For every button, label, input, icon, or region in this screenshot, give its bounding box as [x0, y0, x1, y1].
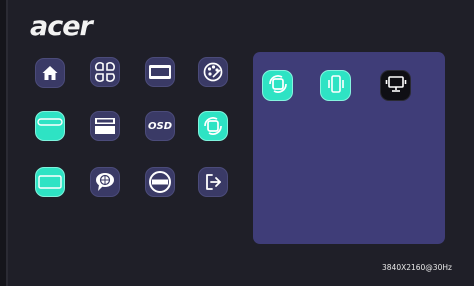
home-icon [41, 64, 59, 82]
menu-item-osd[interactable]: OSD [145, 111, 175, 141]
display-port-icon [38, 173, 62, 191]
reset-icon [148, 170, 172, 194]
type-c-icon [37, 117, 63, 135]
resolution-status: 3840X2160@30Hz [382, 263, 452, 272]
auto-rotate-icon [267, 73, 289, 99]
screen: acer OSD 3840X2160@30Hz [0, 0, 474, 286]
rotation-submenu-panel [253, 52, 445, 244]
menu-item-input-source[interactable] [145, 57, 175, 87]
osd-label: OSD [147, 120, 172, 132]
menu-item-type-c[interactable] [35, 111, 65, 141]
menu-item-quick-start[interactable] [90, 57, 120, 87]
menu-item-exit[interactable] [198, 167, 228, 197]
menu-item-language[interactable] [90, 167, 120, 197]
clover-grid-icon [94, 61, 116, 83]
menu-item-hdmi[interactable] [90, 111, 120, 141]
palette-icon [202, 61, 224, 83]
portrait-icon [326, 73, 346, 99]
menu-item-rotation[interactable] [198, 111, 228, 141]
menu-item-display-port[interactable] [35, 167, 65, 197]
menu-item-color[interactable] [198, 57, 228, 87]
submenu-option-portrait[interactable] [320, 70, 351, 101]
exit-icon [203, 172, 223, 192]
acer-logo: acer [30, 11, 93, 42]
displayport-icon [148, 63, 172, 81]
menu-item-home[interactable] [35, 58, 65, 88]
hdmi-icon [93, 117, 117, 135]
submenu-option-landscape[interactable] [380, 70, 411, 101]
menu-item-reset[interactable] [145, 167, 175, 197]
language-globe-icon [93, 170, 117, 194]
rotate-screen-icon [202, 115, 224, 137]
submenu-option-auto-rotate[interactable] [262, 70, 293, 101]
landscape-monitor-icon [385, 74, 407, 98]
